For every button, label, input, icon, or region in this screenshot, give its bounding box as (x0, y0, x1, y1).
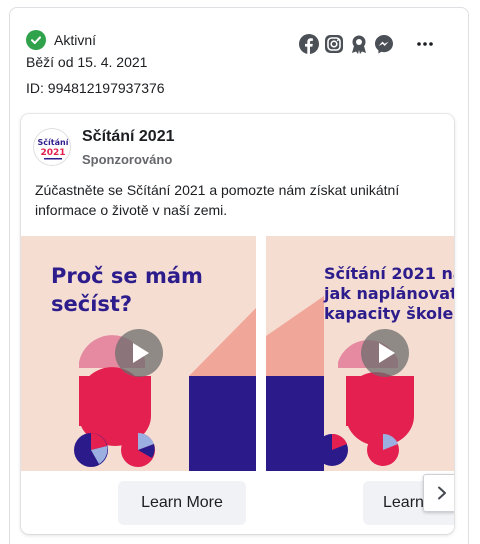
logo-text: Sčítání (38, 137, 70, 147)
chevron-right-icon[interactable] (423, 474, 454, 512)
page-logo[interactable]: Sčítání 2021 (33, 128, 71, 166)
slide-heading: Sčítání 2021 napoví, jak naplánovat kapa… (324, 264, 454, 323)
carousel-slide: Proč se mám sečíst? Learn More (21, 236, 256, 526)
play-icon[interactable] (361, 329, 409, 377)
status-row: Aktivní (26, 30, 96, 50)
ad-body-text: Zúčastněte se Sčítání 2021 a pomozte nám… (35, 182, 400, 218)
sponsored-label: Sponzorováno (82, 152, 173, 167)
ad-library-card: Aktivní Běží od 15. 4. 2021 ID: 99481219… (9, 7, 469, 544)
ad-preview: Sčítání 2021 Sčítání 2021 Sponzorováno Z… (21, 114, 454, 534)
running-since: Běží od 15. 4. 2021 (26, 54, 148, 70)
instagram-icon (325, 35, 343, 53)
status-label: Aktivní (54, 32, 97, 48)
platform-icons (299, 34, 394, 54)
carousel: Proč se mám sečíst? Learn More Sčítání 2… (21, 236, 454, 534)
slide-image[interactable]: Sčítání 2021 napoví, jak naplánovat kapa… (266, 236, 454, 471)
more-horizontal-icon[interactable] (413, 32, 437, 56)
slide-image[interactable]: Proč se mám sečíst? (21, 236, 256, 471)
page-name[interactable]: Sčítání 2021 (82, 128, 175, 146)
check-circle-icon (26, 30, 46, 50)
audience-network-icon (352, 35, 366, 54)
ad-id: ID: 994812197937376 (26, 80, 165, 96)
play-icon[interactable] (115, 329, 163, 377)
messenger-icon (375, 35, 393, 54)
learn-more-button[interactable]: Learn More (118, 481, 246, 525)
logo-year: 2021 (40, 148, 65, 158)
facebook-icon (299, 34, 319, 54)
slide-heading: Proč se mám sečíst? (51, 264, 203, 316)
